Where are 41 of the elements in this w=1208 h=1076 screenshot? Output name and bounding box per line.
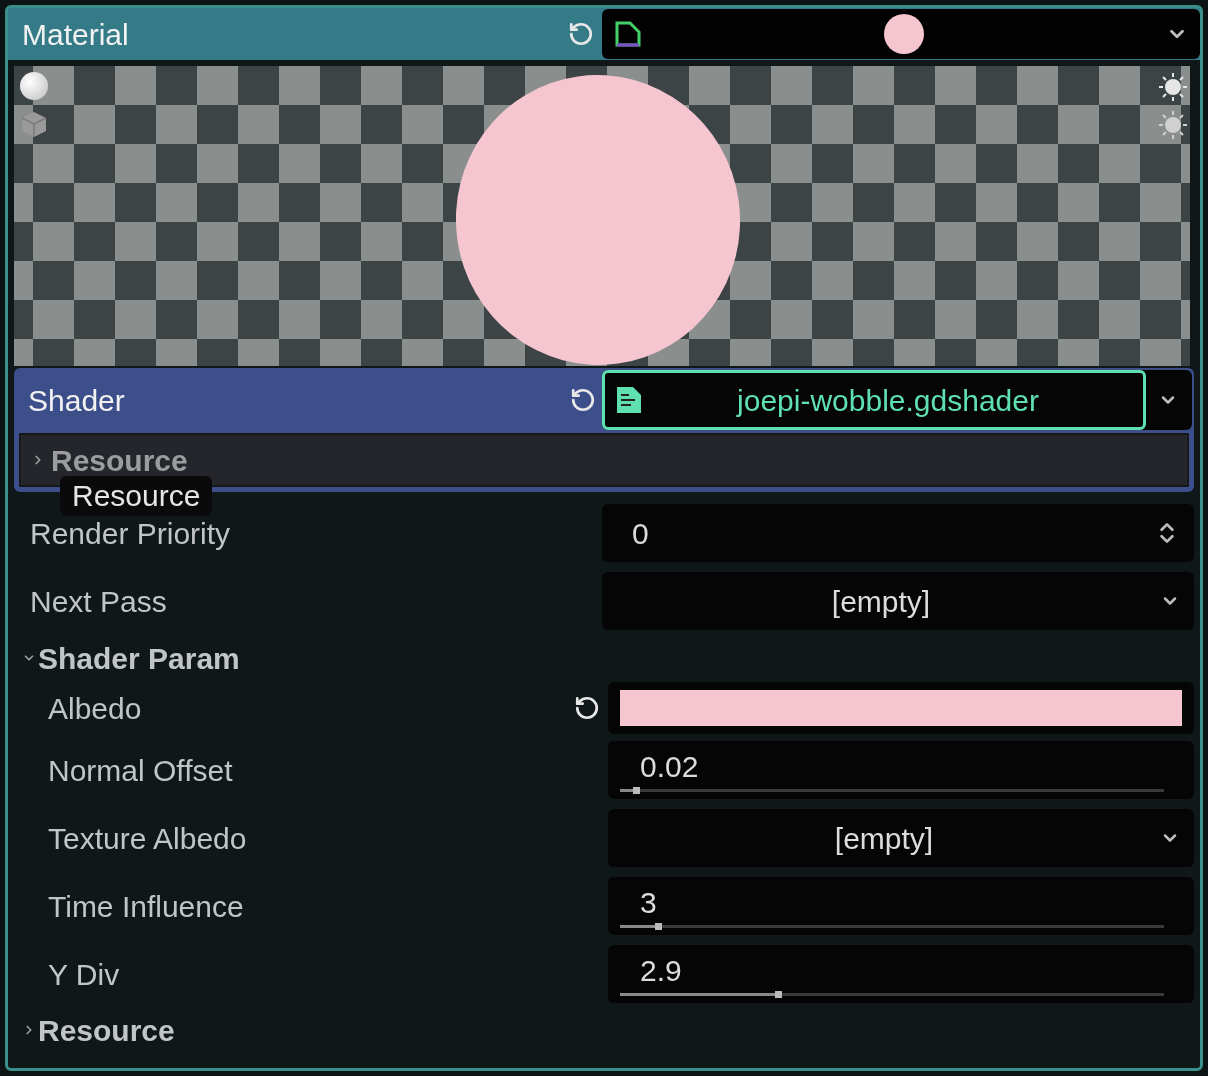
property-label: Y Div bbox=[48, 956, 121, 993]
slider-value: 2.9 bbox=[639, 955, 683, 987]
property-label: Normal Offset bbox=[48, 752, 234, 789]
resource-value: [empty] bbox=[833, 820, 935, 857]
revert-icon[interactable] bbox=[570, 387, 596, 413]
property-label: Texture Albedo bbox=[48, 820, 248, 857]
spin-value: 0 bbox=[632, 515, 650, 552]
slider-field[interactable]: 3 bbox=[608, 877, 1194, 935]
section-title: Resource bbox=[51, 442, 188, 479]
shader-file-icon bbox=[615, 385, 643, 415]
slider-value: 3 bbox=[639, 887, 658, 919]
light-icon[interactable] bbox=[1158, 72, 1188, 102]
property-label: Time Influence bbox=[48, 888, 245, 925]
spin-box[interactable]: 0 bbox=[602, 504, 1194, 562]
property-label: Albedo bbox=[48, 690, 143, 727]
resource-picker[interactable]: [empty] bbox=[608, 809, 1194, 867]
slider-grabber[interactable] bbox=[774, 991, 782, 998]
shader-label: Shader bbox=[28, 382, 126, 419]
slider-field[interactable]: 2.9 bbox=[608, 945, 1194, 1003]
revert-icon[interactable] bbox=[574, 695, 600, 721]
slider-grabber[interactable] bbox=[655, 923, 663, 930]
property-label: Render Priority bbox=[30, 515, 232, 552]
tooltip: Resource bbox=[60, 476, 213, 516]
slider-grabber[interactable] bbox=[633, 787, 641, 794]
property-label: Next Pass bbox=[30, 583, 168, 620]
material-label: Material bbox=[22, 16, 130, 53]
shader-file-name: joepi-wobble.gdshader bbox=[735, 382, 1040, 419]
resource-picker[interactable]: [empty] bbox=[602, 572, 1194, 630]
slider-field[interactable]: 0.02 bbox=[608, 741, 1194, 799]
material-picker[interactable] bbox=[602, 9, 1200, 59]
shader-file-picker[interactable]: joepi-wobble.gdshader bbox=[602, 370, 1146, 430]
section-title[interactable]: Resource bbox=[38, 1007, 175, 1053]
resource-subsection[interactable]: Resource bbox=[19, 433, 1189, 487]
resource-value: [empty] bbox=[830, 583, 932, 620]
color-picker-button[interactable] bbox=[608, 682, 1194, 734]
cube-icon[interactable] bbox=[20, 110, 48, 138]
material-thumbnail-icon bbox=[884, 14, 924, 54]
slider-value: 0.02 bbox=[639, 751, 700, 783]
light-icon[interactable] bbox=[1158, 110, 1188, 140]
material-icon bbox=[614, 20, 642, 48]
section-title[interactable]: Shader Param bbox=[38, 635, 240, 681]
